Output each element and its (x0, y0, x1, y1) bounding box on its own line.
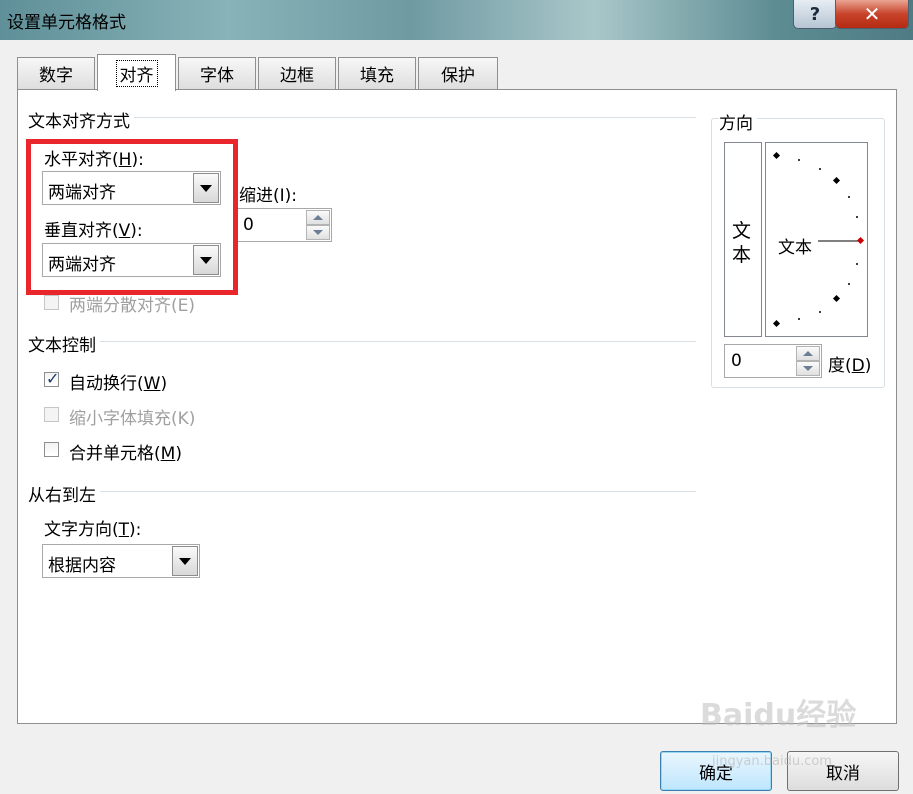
dropdown-arrow-icon[interactable] (172, 546, 198, 576)
section-divider (28, 491, 696, 492)
text-direction-label: 文字方向(T): (44, 520, 142, 540)
baidu-watermark-url: jingyan.baidu.com (712, 754, 832, 769)
horizontal-align-select[interactable]: 两端对齐 (42, 171, 221, 205)
tab-protection[interactable]: 保护 (418, 57, 498, 89)
baidu-watermark-logo: Baidu经验 (700, 698, 857, 733)
close-button[interactable]: ✕ (835, 0, 909, 29)
indent-spinner[interactable]: 0 (236, 208, 332, 242)
dropdown-arrow-icon[interactable] (193, 173, 219, 203)
degrees-label: 度(D) (828, 356, 872, 376)
spin-up-icon[interactable] (796, 346, 820, 361)
tab-number[interactable]: 数字 (17, 57, 95, 89)
section-divider (28, 341, 696, 342)
shrink-to-fit-checkbox[interactable] (44, 407, 59, 422)
vertical-align-label: 垂直对齐(V): (44, 221, 143, 241)
indent-label: 缩进(I): (239, 186, 298, 206)
justify-distributed-checkbox[interactable] (44, 295, 59, 310)
tab-fill[interactable]: 填充 (338, 57, 416, 89)
spin-down-icon[interactable] (796, 361, 820, 376)
rtl-title: 从右到左 (28, 481, 100, 506)
justify-distributed-label: 两端分散对齐(E) (69, 296, 196, 316)
horizontal-align-label: 水平对齐(H): (44, 150, 144, 170)
help-button[interactable]: ? (793, 0, 837, 29)
dialog-title: 设置单元格格式 (7, 13, 126, 33)
dial-text-label: 文本 (778, 238, 812, 258)
orientation-title: 方向 (719, 109, 757, 134)
vertical-text-label: 文本 (732, 220, 752, 266)
tab-alignment[interactable]: 对齐 (97, 54, 176, 91)
wrap-text-label: 自动换行(W) (69, 374, 168, 394)
title-bar (0, 0, 913, 40)
text-direction-select[interactable]: 根据内容 (42, 544, 200, 578)
shrink-to-fit-label: 缩小字体填充(K) (69, 409, 196, 429)
wrap-text-checkbox[interactable]: ✓ (44, 369, 60, 388)
vertical-text-toggle[interactable]: 文本 (724, 142, 762, 337)
tab-font[interactable]: 字体 (178, 57, 256, 89)
orientation-dial[interactable]: 文本 (765, 142, 868, 337)
spin-down-icon[interactable] (306, 225, 330, 240)
text-control-title: 文本控制 (28, 331, 100, 356)
merge-cells-label: 合并单元格(M) (69, 444, 182, 464)
merge-cells-checkbox[interactable] (44, 442, 59, 457)
dropdown-arrow-icon[interactable] (193, 245, 219, 275)
degrees-spinner[interactable]: 0 (724, 344, 822, 378)
vertical-align-select[interactable]: 两端对齐 (42, 243, 221, 277)
spin-up-icon[interactable] (306, 210, 330, 225)
tab-border[interactable]: 边框 (258, 57, 336, 89)
text-alignment-title: 文本对齐方式 (28, 107, 134, 132)
checkmark-icon: ✓ (46, 369, 60, 388)
